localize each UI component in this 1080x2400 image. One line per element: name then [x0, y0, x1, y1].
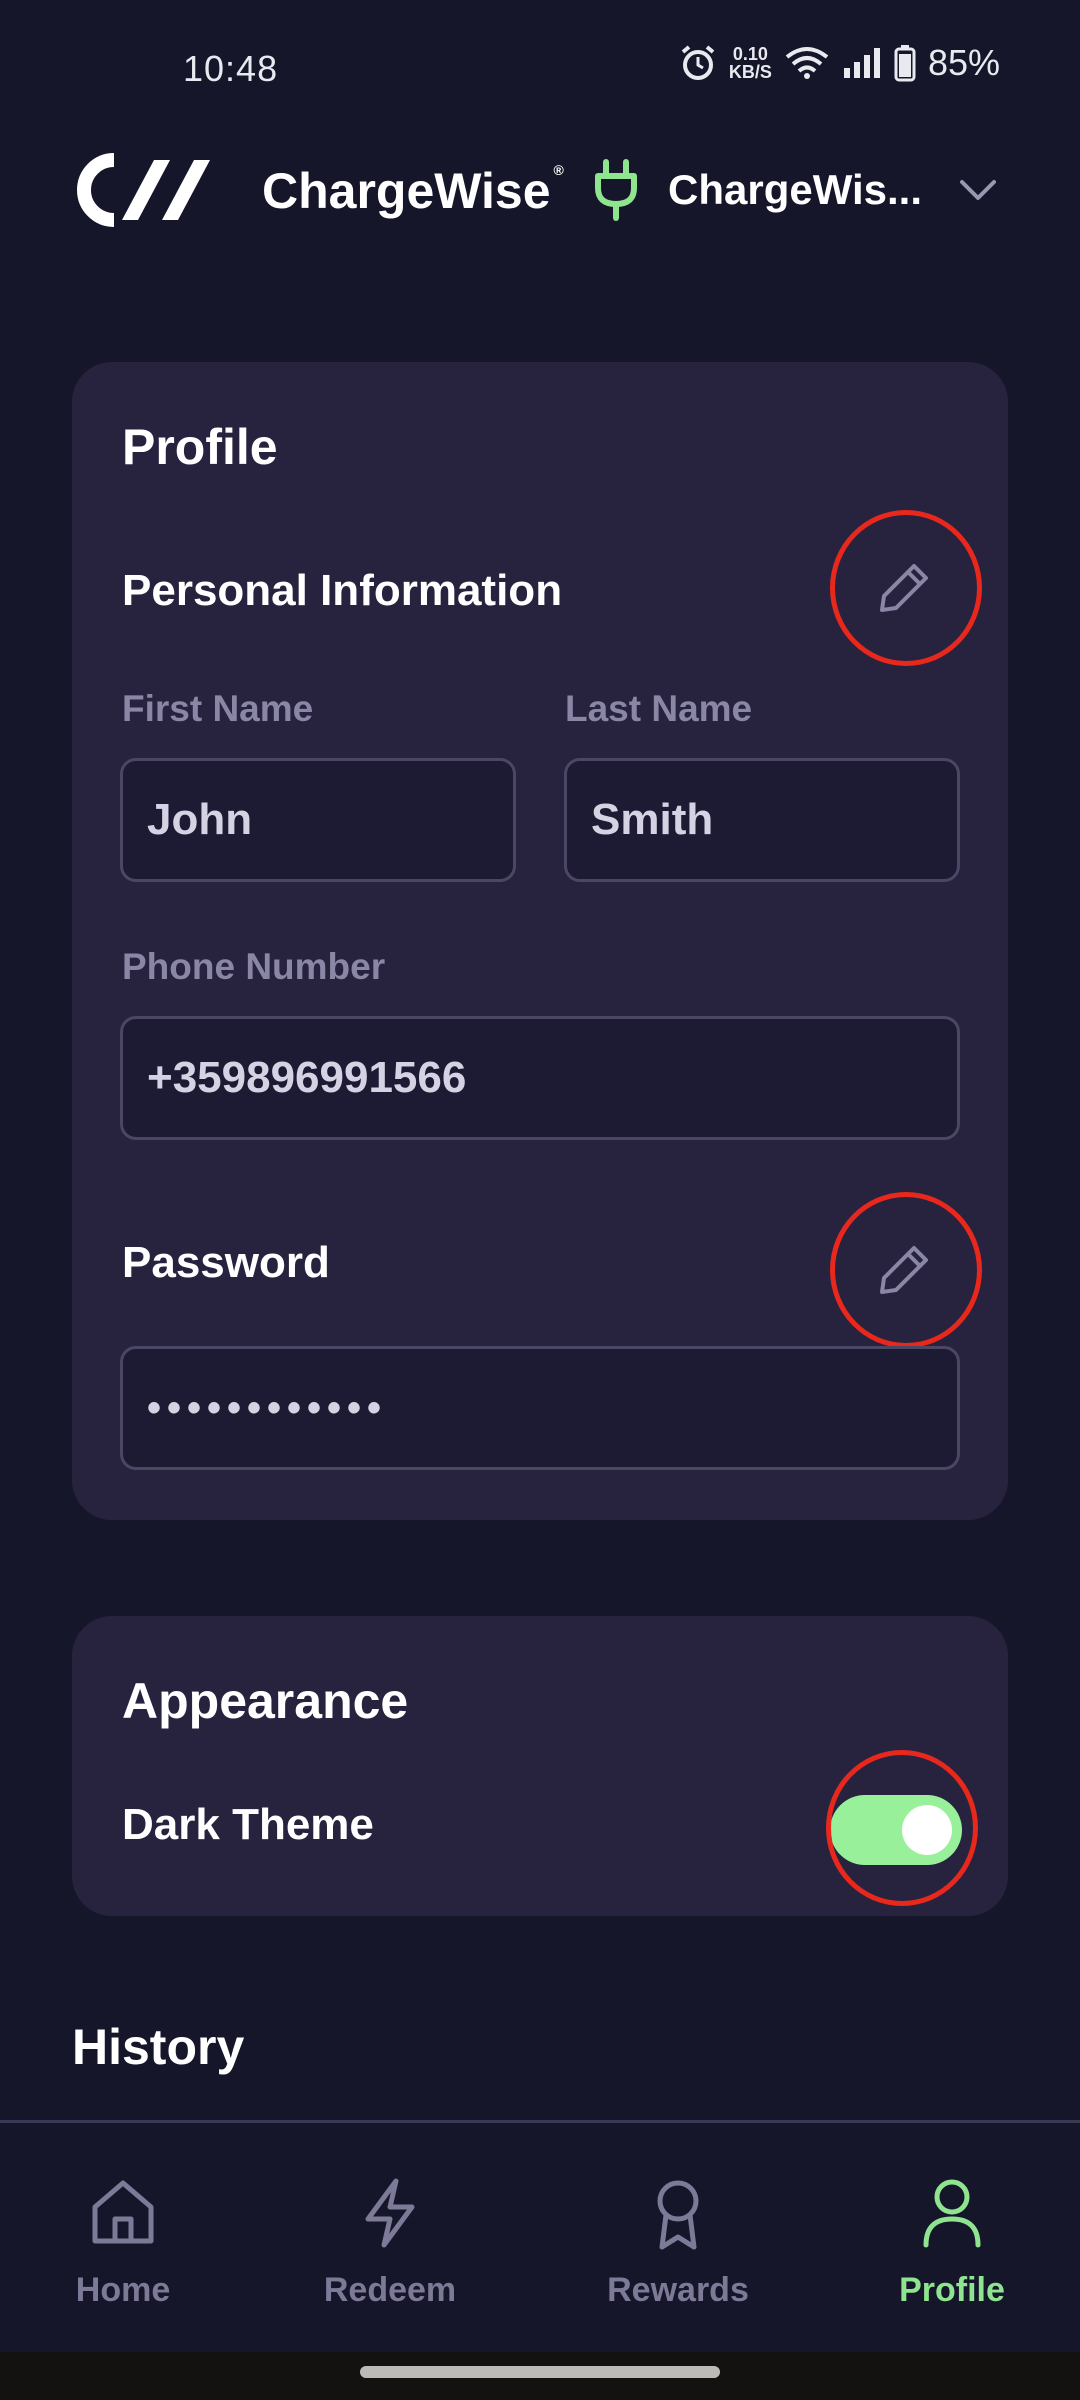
chevron-down-icon: [960, 180, 996, 200]
nav-rewards[interactable]: Rewards: [578, 2173, 778, 2310]
nav-profile[interactable]: Profile: [852, 2173, 1052, 2310]
home-indicator[interactable]: [360, 2366, 720, 2378]
highlight-ring: [830, 510, 982, 666]
logo-icon: [77, 153, 210, 227]
person-icon: [923, 2179, 981, 2248]
appearance-card: Appearance Dark Theme: [72, 1616, 1008, 1916]
phone-field[interactable]: +359896991566: [120, 1016, 960, 1140]
signal-icon: [842, 46, 882, 80]
password-field[interactable]: ••••••••••••: [120, 1346, 960, 1470]
highlight-ring: [830, 1192, 982, 1348]
plug-icon: [595, 159, 637, 221]
wifi-icon: [784, 45, 830, 81]
home-icon: [92, 2180, 154, 2244]
lightning-icon: [365, 2178, 415, 2248]
nav-rewards-label: Rewards: [607, 2271, 749, 2309]
dark-theme-label: Dark Theme: [122, 1800, 374, 1849]
highlight-ring: [826, 1750, 978, 1906]
battery-icon: [894, 44, 916, 82]
status-bar: 10:48 0.10 KB/S 85%: [0, 0, 1080, 140]
history-title: History: [72, 2019, 245, 2075]
nav-home-label: Home: [75, 2271, 171, 2309]
station-name: ChargeWis...: [668, 166, 923, 213]
brand-name: ChargeWise ®: [262, 162, 564, 219]
first-name-field[interactable]: John: [120, 758, 516, 882]
nav-home[interactable]: Home: [23, 2173, 223, 2310]
nav-redeem-label: Redeem: [323, 2271, 457, 2309]
first-name-label: First Name: [122, 688, 314, 729]
phone-label: Phone Number: [122, 946, 386, 987]
bottom-nav: Home Redeem Rewards Profile: [0, 2120, 1080, 2352]
last-name-label: Last Name: [565, 688, 753, 729]
registered-mark: ®: [553, 162, 564, 178]
net-speed-value: 0.10: [732, 44, 768, 64]
profile-screen: 10:48 0.10 KB/S 85% ChargeWise ® ChargeW…: [0, 0, 1080, 2400]
alarm-icon: [679, 44, 717, 82]
brand-logo[interactable]: ChargeWise ®: [70, 152, 564, 228]
nav-profile-label: Profile: [899, 2271, 1005, 2309]
net-speed: 0.10 KB/S: [729, 45, 772, 81]
net-speed-unit: KB/S: [728, 62, 772, 82]
status-icons: 0.10 KB/S 85%: [679, 42, 1000, 84]
station-selector[interactable]: ChargeWis...: [592, 154, 1012, 226]
last-name-field[interactable]: Smith: [564, 758, 960, 882]
nav-redeem[interactable]: Redeem: [290, 2173, 490, 2310]
ribbon-icon: [657, 2180, 699, 2250]
password-title: Password: [122, 1238, 330, 1287]
gesture-bar: [0, 2352, 1080, 2400]
status-time: 10:48: [183, 48, 279, 89]
battery-percent: 85%: [927, 42, 1000, 83]
app-header: ChargeWise ® ChargeWis...: [0, 140, 1080, 250]
personal-info-title: Personal Information: [122, 566, 563, 615]
appearance-title: Appearance: [122, 1673, 409, 1729]
profile-card: Profile Personal Information First Name …: [72, 362, 1008, 1520]
profile-title: Profile: [122, 419, 278, 475]
